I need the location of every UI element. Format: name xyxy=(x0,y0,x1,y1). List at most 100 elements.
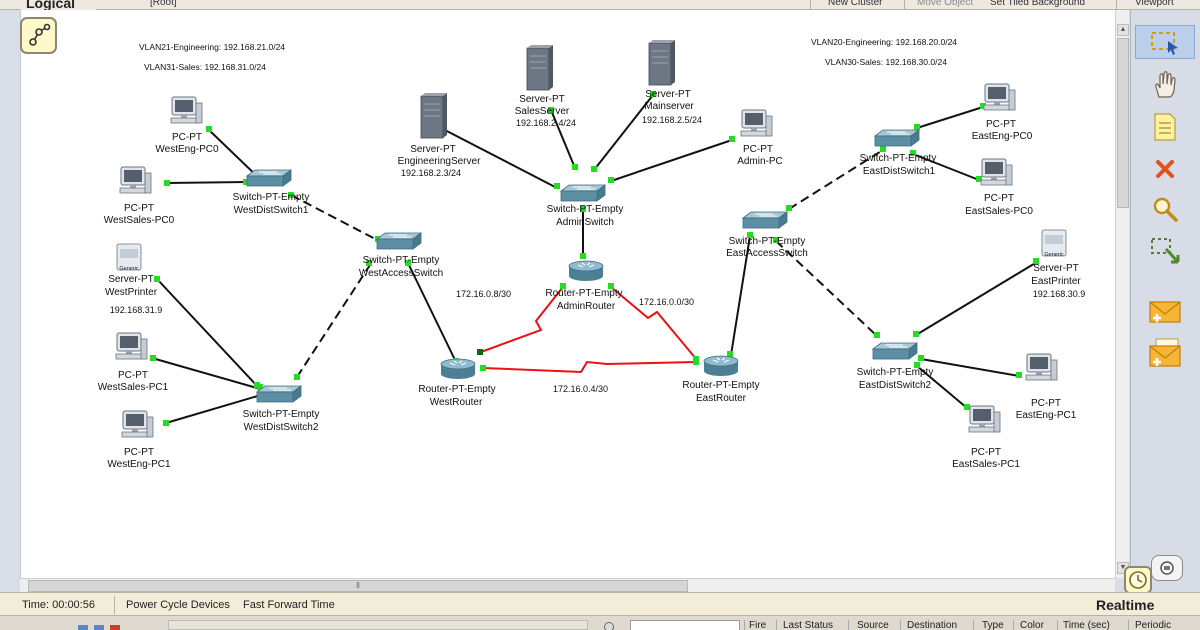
device-eastdistswitch1[interactable]: Switch-PT-Empty EastDistSwitch1 xyxy=(860,129,937,177)
network-topology: VLAN21-Engineering: 192.168.21.0/24 VLAN… xyxy=(98,37,1085,470)
device-name-label: EastSales-PC1 xyxy=(952,459,1020,470)
device-type-selector[interactable] xyxy=(78,625,128,630)
scroll-up-icon[interactable]: ▲ xyxy=(1117,24,1129,36)
col-header-destination[interactable]: Destination xyxy=(907,620,957,630)
device-type-label: PC-PT xyxy=(1031,398,1061,409)
workspace-canvas[interactable]: VLAN21-Engineering: 192.168.21.0/24 VLAN… xyxy=(20,10,1115,578)
vertical-scrollbar[interactable]: ▲ ▼ xyxy=(1115,10,1129,578)
col-header-source[interactable]: Source xyxy=(857,620,889,630)
device-adminswitch[interactable]: Switch-PT-Empty AdminSwitch xyxy=(547,184,624,228)
add-complex-pdu-icon xyxy=(1149,338,1181,367)
switch-icon xyxy=(872,342,918,360)
device-easteng-pc0[interactable]: PC-PT EastEng-PC0 xyxy=(972,83,1033,142)
zoom-icon xyxy=(1153,197,1178,222)
move-object-button[interactable]: Move Object xyxy=(917,0,973,8)
realtime-mode-icon[interactable] xyxy=(1124,566,1152,594)
device-type-label: PC-PT xyxy=(743,144,773,155)
cycle-devices-button[interactable] xyxy=(1151,555,1183,581)
device-type-label: Switch-PT-Empty xyxy=(857,367,934,378)
device-name-label: EastAccessSwitch xyxy=(726,248,808,259)
move-layout-button[interactable] xyxy=(1135,68,1195,102)
device-westprinter[interactable]: Generic Server-PT WestPrinter 192.168.31… xyxy=(105,243,162,315)
pc-icon xyxy=(983,83,1016,111)
device-westdistswitch1[interactable]: Switch-PT-Empty WestDistSwitch1 xyxy=(233,169,310,216)
add-simple-pdu-button[interactable] xyxy=(1135,295,1195,329)
link-westprinter-westdist2[interactable] xyxy=(156,278,260,389)
add-complex-pdu-button[interactable] xyxy=(1135,336,1195,370)
device-eastprinter[interactable]: Generic Server-PT EastPrinter 192.168.30… xyxy=(1031,229,1085,299)
device-admin-pc[interactable]: PC-PT Admin-PC xyxy=(737,109,783,167)
device-name-label: WestRouter xyxy=(430,397,483,408)
link-westdist2-westaccess[interactable] xyxy=(296,264,371,378)
device-category-icon[interactable] xyxy=(94,625,104,630)
device-eastsales-pc0[interactable]: PC-PT EastSales-PC0 xyxy=(965,158,1033,217)
scenario-icon[interactable] xyxy=(604,622,614,630)
generic-badge: Generic xyxy=(119,266,139,272)
link-westrouter-eastrouter[interactable] xyxy=(482,360,697,374)
resize-shape-button[interactable] xyxy=(1135,234,1195,268)
switch-icon xyxy=(376,232,422,250)
device-cycle-icon xyxy=(1160,561,1174,575)
col-header-color[interactable]: Color xyxy=(1020,620,1044,630)
delete-button[interactable] xyxy=(1135,152,1195,186)
device-type-label: Router-PT-Empty xyxy=(545,288,622,299)
device-westsales-pc1[interactable]: PC-PT WestSales-PC1 xyxy=(98,332,169,393)
root-breadcrumb[interactable]: [Root] xyxy=(150,0,177,8)
horizontal-scrollbar[interactable]: ⦀ xyxy=(20,578,1115,592)
col-header-last-status[interactable]: Last Status xyxy=(783,620,833,630)
col-header-type[interactable]: Type xyxy=(982,620,1004,630)
device-westeng-pc1[interactable]: PC-PT WestEng-PC1 xyxy=(107,410,171,470)
realtime-mode-label[interactable]: Realtime xyxy=(1096,597,1154,613)
place-note-button[interactable] xyxy=(1135,110,1195,144)
device-name-label: WestEng-PC0 xyxy=(155,144,219,155)
device-westaccessswitch[interactable]: Switch-PT-Empty WestAccessSwitch xyxy=(359,232,443,279)
device-salesserver[interactable]: Server-PT SalesServer 192.168.2.4/24 xyxy=(515,44,576,128)
horizontal-scroll-thumb[interactable]: ⦀ xyxy=(28,580,688,592)
device-name-label: AdminSwitch xyxy=(556,217,614,228)
device-ip-label: 192.168.2.3/24 xyxy=(401,168,461,178)
device-westdistswitch2[interactable]: Switch-PT-Empty WestDistSwitch2 xyxy=(243,385,320,433)
device-eastdistswitch2[interactable]: Switch-PT-Empty EastDistSwitch2 xyxy=(857,342,934,391)
device-name-label: WestAccessSwitch xyxy=(359,268,443,279)
device-eastsales-pc1[interactable]: PC-PT EastSales-PC1 xyxy=(952,405,1020,470)
device-type-label: PC-PT xyxy=(984,193,1014,204)
col-header-time[interactable]: Time (sec) xyxy=(1063,620,1110,630)
link-eastdist1-eastengpc0[interactable] xyxy=(916,106,984,129)
device-category-icon[interactable] xyxy=(110,625,120,630)
scenario-select[interactable] xyxy=(630,620,740,630)
fast-forward-time-button[interactable]: Fast Forward Time xyxy=(243,599,335,611)
device-name-label: EastRouter xyxy=(696,393,747,404)
col-header-fire[interactable]: Fire xyxy=(749,620,766,630)
logical-view-icon[interactable] xyxy=(20,17,57,54)
select-tool-button[interactable] xyxy=(1135,25,1195,59)
simulation-status-bar: Time: 00:00:56 Power Cycle Devices Fast … xyxy=(0,592,1200,616)
device-category-icon[interactable] xyxy=(78,625,88,630)
device-type-label: Switch-PT-Empty xyxy=(860,153,937,164)
device-name-label: WestSales-PC0 xyxy=(104,215,175,226)
router-icon xyxy=(703,355,739,377)
new-cluster-button[interactable]: New Cluster xyxy=(828,0,882,8)
hand-icon xyxy=(1155,71,1176,98)
device-mainserver[interactable]: Server-PT Mainserver 192.168.2.5/24 xyxy=(642,39,702,125)
power-cycle-devices-button[interactable]: Power Cycle Devices xyxy=(126,599,230,611)
viewport-button[interactable]: Viewport xyxy=(1135,0,1174,8)
device-westsales-pc0[interactable]: PC-PT WestSales-PC0 xyxy=(104,166,175,226)
server-icon xyxy=(526,44,554,91)
link-eastdist2-eastengpc1[interactable] xyxy=(920,358,1020,377)
set-tiled-background-button[interactable]: Set Tiled Background xyxy=(990,0,1085,8)
device-eastaccessswitch[interactable]: Switch-PT-Empty EastAccessSwitch xyxy=(726,211,808,259)
inspect-button[interactable] xyxy=(1135,192,1195,226)
device-name-label: SalesServer xyxy=(515,106,570,117)
vertical-scroll-thumb[interactable] xyxy=(1117,38,1129,208)
device-list-panel xyxy=(168,620,588,630)
link-adminpc-adminswitch[interactable] xyxy=(610,139,733,182)
link-eastdist2-eastprinter[interactable] xyxy=(915,261,1038,336)
note-icon xyxy=(1154,113,1176,141)
device-easteng-pc1[interactable]: PC-PT EastEng-PC1 xyxy=(1016,353,1077,421)
device-engineeringserver[interactable]: Server-PT EngineeringServer 192.168.2.3/… xyxy=(398,92,481,178)
col-header-periodic[interactable]: Periodic xyxy=(1135,620,1171,630)
server-icon xyxy=(648,39,676,86)
link-westsalespc0-westdist1[interactable] xyxy=(165,181,248,184)
device-name-label: EastDistSwitch2 xyxy=(859,380,932,391)
pc-icon xyxy=(1025,353,1058,381)
